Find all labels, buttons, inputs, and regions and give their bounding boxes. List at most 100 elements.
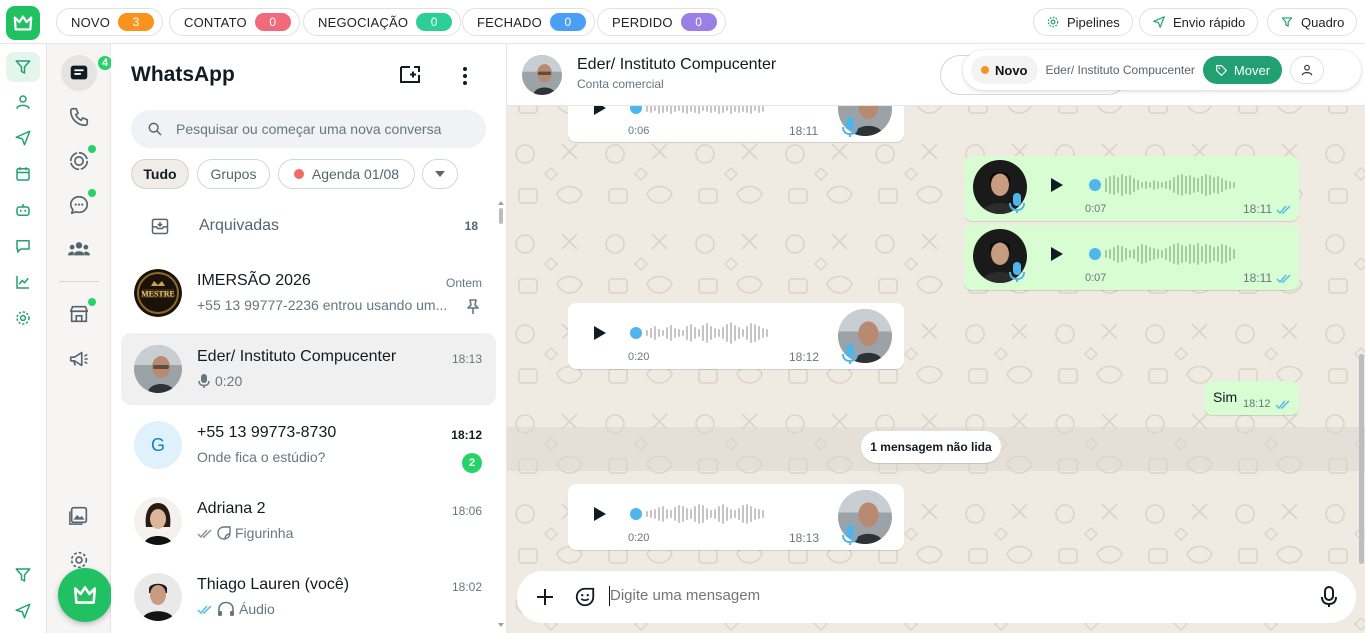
waveform-bar [706, 323, 708, 343]
waveform-bar [714, 509, 716, 519]
audio-waveform[interactable] [1089, 173, 1235, 197]
bot-nav-button[interactable] [6, 195, 40, 225]
stage-perdido[interactable]: PERDIDO 0 [597, 8, 726, 36]
kebab-menu-icon [463, 67, 467, 85]
waveform-bar [694, 327, 696, 339]
stage-contato[interactable]: CONTATO 0 [169, 8, 300, 36]
waveform-bar [1229, 247, 1231, 261]
communities-nav-button[interactable] [61, 231, 97, 267]
waveform-bar [754, 324, 756, 342]
play-button[interactable] [1047, 175, 1067, 195]
play-button[interactable] [590, 504, 610, 524]
waveform-progress-dot[interactable] [1089, 248, 1101, 260]
chat-row[interactable]: Thiago Lauren (você) 18:02 Áudio [121, 561, 496, 633]
funnel-nav-button[interactable] [6, 52, 40, 82]
chat-row[interactable]: G +55 13 99773-8730 18:12 Onde fica o es… [121, 409, 496, 481]
attach-button[interactable] [533, 585, 557, 609]
move-button[interactable]: Mover [1202, 56, 1283, 84]
sticker-button[interactable] [572, 584, 598, 610]
contact-avatar [134, 573, 182, 621]
filter-agenda[interactable]: Agenda 01/08 [278, 159, 415, 189]
channels-icon [69, 195, 89, 215]
filter-grupos[interactable]: Grupos [197, 159, 270, 189]
waveform-progress-dot[interactable] [1089, 179, 1101, 191]
waveform-bar [694, 506, 696, 522]
media-nav-button[interactable] [61, 497, 97, 533]
chart-line-icon [16, 276, 29, 289]
send-nav-button[interactable] [6, 123, 40, 153]
conversation-scrollbar[interactable] [1359, 354, 1364, 564]
waveform-bar [1197, 243, 1199, 265]
calendar-nav-button[interactable] [6, 159, 40, 189]
waveform-bar [1161, 250, 1163, 258]
pipelines-button[interactable]: Pipelines [1033, 8, 1133, 36]
chat-row[interactable]: MESTRE IMERSÃO 2026 Ontem +55 13 99777-2… [121, 257, 496, 329]
send-bottom-button[interactable] [6, 596, 40, 626]
current-stage-badge[interactable]: Novo [971, 56, 1038, 84]
settings-nav-button[interactable] [6, 303, 40, 333]
waveform-bar [754, 508, 756, 520]
waveform-progress-dot[interactable] [630, 508, 642, 520]
waveform-bar [1129, 250, 1131, 258]
mic-icon [842, 344, 858, 364]
message-input[interactable] [610, 587, 1210, 604]
voice-record-button[interactable] [1317, 584, 1341, 610]
status-nav-button[interactable] [61, 143, 97, 179]
messages-nav-button[interactable] [6, 231, 40, 261]
waveform-bar [730, 322, 732, 344]
advertise-nav-button[interactable] [61, 341, 97, 377]
archived-row[interactable]: Arquivadas 18 [131, 210, 486, 242]
send-icon [15, 130, 31, 146]
contacts-nav-button[interactable] [6, 87, 40, 117]
crm-fab-button[interactable] [58, 568, 112, 622]
waveform-bar [662, 330, 664, 336]
stage-novo[interactable]: NOVO 3 [56, 8, 164, 36]
new-chat-button[interactable] [398, 63, 424, 87]
chat-row[interactable]: Adriana 2 18:06 Figurinha [121, 485, 496, 557]
play-button[interactable] [1047, 244, 1067, 264]
stage-negociacao[interactable]: NEGOCIAÇÃO 0 [303, 8, 462, 36]
chat-bubble-icon [16, 240, 30, 253]
menu-button[interactable] [455, 64, 475, 88]
waveform-bar [1189, 175, 1191, 195]
contact-name: Eder/ Instituto Compucenter [577, 56, 777, 73]
play-button[interactable] [590, 323, 610, 343]
waveform-bar [1105, 250, 1107, 258]
conversation-pane: Eder/ Instituto Compucenter Conta comerc… [507, 44, 1365, 633]
contact-details-button[interactable] [1290, 56, 1325, 84]
chats-nav-button[interactable]: 4 [61, 54, 114, 91]
waveform-bar [1169, 246, 1171, 262]
audio-waveform[interactable] [630, 502, 764, 526]
waveform-bar [1225, 245, 1227, 263]
status-icon [69, 151, 89, 171]
waveform-bar [1153, 248, 1155, 260]
waveform-bar [730, 509, 732, 519]
quick-send-button[interactable]: Envio rápido [1139, 8, 1259, 36]
search-bar[interactable]: Pesquisar ou começar uma nova conversa [131, 110, 486, 148]
mic-icon [1009, 193, 1025, 213]
search-input[interactable]: Pesquisar ou começar uma nova conversa [176, 121, 441, 137]
funnel-bottom-button[interactable] [6, 560, 40, 590]
audio-waveform[interactable] [1089, 242, 1235, 266]
waveform-bar [674, 328, 676, 338]
double-check-icon [1275, 399, 1290, 409]
calls-nav-button[interactable] [61, 99, 97, 135]
waveform-bar [698, 504, 700, 524]
chat-row-selected[interactable]: Eder/ Instituto Compucenter 18:13 0:20 [121, 333, 496, 405]
chat-list-scrollbar[interactable] [497, 199, 505, 629]
waveform-bar [1197, 178, 1199, 192]
crm-contact-name: Eder/ Instituto Compucenter [1045, 63, 1195, 77]
audio-waveform[interactable] [630, 321, 768, 345]
board-button[interactable]: Quadro [1267, 8, 1358, 36]
contact-avatar[interactable] [522, 55, 562, 95]
stage-fechado[interactable]: FECHADO 0 [462, 8, 595, 36]
app-logo-icon[interactable] [6, 6, 40, 40]
filter-tudo[interactable]: Tudo [131, 159, 189, 189]
filter-more-button[interactable] [422, 159, 458, 189]
channels-nav-button[interactable] [61, 187, 97, 223]
business-tools-nav-button[interactable] [61, 296, 97, 332]
robot-icon [16, 204, 30, 216]
chat-preview: Onde fica o estúdio? [197, 449, 326, 465]
waveform-progress-dot[interactable] [630, 327, 642, 339]
reports-nav-button[interactable] [6, 267, 40, 297]
